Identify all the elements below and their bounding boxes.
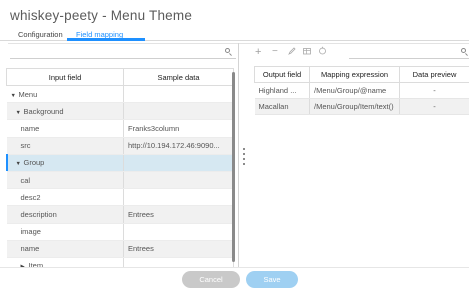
refresh-icon[interactable]: [318, 46, 327, 57]
cancel-button[interactable]: Cancel: [182, 271, 240, 288]
output-field-table: Output field Mapping expression Data pre…: [254, 66, 469, 115]
sample-data-cell: http://10.194.172.46:9090...: [123, 137, 234, 155]
input-field-cell[interactable]: ▼ Background: [6, 102, 124, 121]
tree-row[interactable]: description Entrees: [6, 205, 234, 224]
input-field-label: src: [20, 141, 31, 151]
minus-icon[interactable]: −: [272, 46, 278, 57]
input-field-label: name: [20, 123, 40, 133]
mapping-expression-cell[interactable]: /Menu/Group/Item/text(): [309, 98, 400, 115]
input-field-label: Group: [23, 158, 45, 168]
input-field-label: Background: [23, 106, 64, 116]
tree-row[interactable]: name Entrees: [6, 240, 234, 258]
table-row[interactable]: Macallan /Menu/Group/Item/text() -: [254, 98, 469, 115]
input-field-cell[interactable]: description: [6, 205, 124, 224]
data-preview-cell: -: [399, 98, 469, 115]
input-field-cell[interactable]: name: [6, 119, 124, 138]
input-field-label: image: [20, 227, 41, 237]
input-field-label: cal: [20, 175, 31, 185]
sample-data-cell: [123, 85, 234, 104]
output-field-cell[interactable]: Macallan: [254, 98, 310, 115]
sample-data-cell: [123, 223, 234, 241]
mapping-expression-cell[interactable]: /Menu/Group/@name: [309, 82, 400, 99]
input-table-body: ▼ Menu ▼ Background name Franks3column src http…: [6, 85, 234, 276]
search-icon[interactable]: [224, 47, 234, 57]
tab-configuration[interactable]: Configuration: [18, 30, 63, 39]
selected-row-indicator: [6, 154, 8, 172]
tree-row[interactable]: cal: [6, 171, 234, 190]
input-panel-scrollbar[interactable]: [232, 72, 235, 262]
input-table-header: Input field Sample data: [6, 68, 234, 86]
pencil-icon[interactable]: [288, 47, 296, 57]
input-field-cell[interactable]: cal: [6, 171, 124, 190]
input-field-label: description: [20, 209, 57, 219]
panel-splitter-handle[interactable]: [243, 148, 246, 168]
tree-row[interactable]: image: [6, 223, 234, 241]
sample-data-cell: Franks3column: [123, 119, 234, 138]
sample-data-cell: [123, 171, 234, 190]
input-field-cell[interactable]: name: [6, 240, 124, 258]
sample-data-cell: Entrees: [123, 240, 234, 258]
input-field-label: Menu: [18, 89, 38, 99]
tree-row[interactable]: src http://10.194.172.46:9090...: [6, 137, 234, 155]
input-field-cell[interactable]: ▼ Menu: [6, 85, 124, 104]
caret-down-icon[interactable]: ▼: [11, 93, 19, 99]
column-header-output-field[interactable]: Output field: [254, 66, 310, 83]
sample-data-cell: [123, 188, 234, 207]
caret-down-icon[interactable]: ▼: [16, 161, 24, 167]
input-field-cell[interactable]: ▼ Group: [6, 154, 124, 172]
tree-row[interactable]: desc2: [6, 188, 234, 207]
input-field-cell[interactable]: desc2: [6, 188, 124, 207]
output-field-cell[interactable]: Highland ...: [254, 82, 310, 99]
input-field-label: name: [20, 244, 40, 254]
column-header-input-field[interactable]: Input field: [6, 68, 124, 86]
input-field-label: desc2: [20, 192, 41, 202]
output-table-body: Highland ... /Menu/Group/@name - Macalla…: [254, 82, 469, 115]
table-row[interactable]: Highland ... /Menu/Group/@name -: [254, 82, 469, 99]
tree-row[interactable]: ▼ Menu: [6, 85, 234, 104]
tree-row-selected[interactable]: ▼ Group: [6, 154, 234, 172]
sample-data-cell: [123, 102, 234, 121]
column-header-data-preview[interactable]: Data preview: [399, 66, 469, 83]
input-field-cell[interactable]: src: [6, 137, 124, 155]
active-tab-indicator: [67, 38, 145, 41]
tree-row[interactable]: name Franks3column: [6, 119, 234, 138]
input-search-field[interactable]: [10, 58, 236, 59]
column-header-sample-data[interactable]: Sample data: [123, 68, 234, 86]
output-table-header: Output field Mapping expression Data pre…: [254, 66, 469, 83]
caret-down-icon[interactable]: ▼: [16, 110, 24, 116]
sample-data-cell: [123, 154, 234, 172]
save-button[interactable]: Save: [246, 271, 298, 288]
table-icon[interactable]: [303, 47, 311, 57]
output-search-field[interactable]: [349, 58, 469, 59]
plus-icon[interactable]: +: [255, 46, 261, 58]
tree-row[interactable]: ▼ Background: [6, 102, 234, 121]
page-title: whiskey-peety - Menu Theme: [10, 8, 193, 23]
search-icon[interactable]: [460, 47, 469, 57]
data-preview-cell: -: [399, 82, 469, 99]
input-field-cell[interactable]: image: [6, 223, 124, 241]
column-header-mapping-expression[interactable]: Mapping expression: [309, 66, 400, 83]
sample-data-cell: Entrees: [123, 205, 234, 224]
input-field-table: Input field Sample data ▼ Menu ▼ Background…: [6, 68, 234, 276]
